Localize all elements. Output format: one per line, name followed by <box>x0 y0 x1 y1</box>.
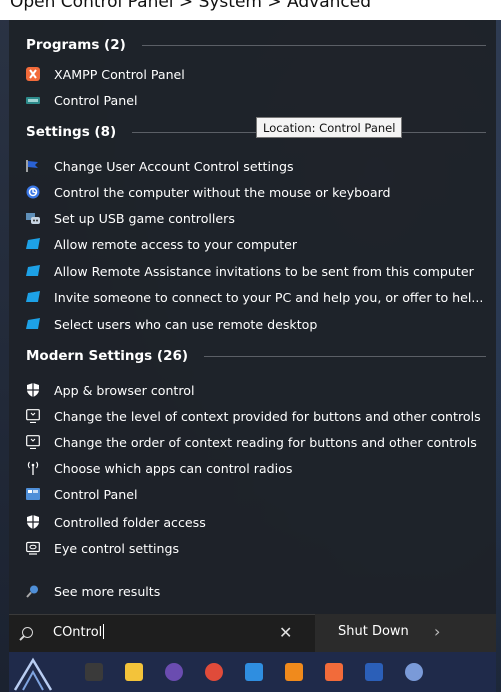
uac-flag-icon <box>26 159 40 173</box>
ease-of-access-icon <box>26 185 40 199</box>
taskbar <box>9 652 496 692</box>
section-divider <box>204 355 486 357</box>
tooltip-text: Location: Control Panel <box>263 120 396 135</box>
result-item-control-without-mouse[interactable]: Control the computer without the mouse o… <box>26 180 492 204</box>
see-more-results-link[interactable]: See more results <box>26 579 492 603</box>
result-item-eye-control-settings[interactable]: Eye control settings <box>26 536 492 560</box>
section-divider <box>141 44 486 46</box>
result-item-label: Change User Account Control settings <box>54 158 294 174</box>
eye-control-icon <box>26 541 40 555</box>
remote-desktop-icon <box>26 317 40 331</box>
file-explorer-icon[interactable] <box>125 663 143 681</box>
result-item-label: Allow Remote Assistance invitations to b… <box>54 263 474 279</box>
result-item-label: Controlled folder access <box>54 514 206 530</box>
background-window-strip: Open Control Panel > System > Advanced <box>0 0 501 20</box>
result-item-label: Control the computer without the mouse o… <box>54 184 391 200</box>
radio-icon <box>26 461 40 475</box>
search-input[interactable]: COntrol ✕ <box>9 614 315 653</box>
result-item-controlled-folder-access[interactable]: Controlled folder access <box>26 510 492 534</box>
see-more-label: See more results <box>54 583 161 599</box>
result-item-label: Control Panel <box>54 486 138 502</box>
section-header-modern-settings: Modern Settings (26) <box>26 345 486 367</box>
search-icon <box>22 627 33 638</box>
section-title: Modern Settings (26) <box>26 348 189 364</box>
result-item-label: Allow remote access to your computer <box>54 236 298 252</box>
narrator-icon <box>26 409 40 424</box>
chrome-icon[interactable] <box>205 663 223 681</box>
result-item-label: XAMPP Control Panel <box>54 66 185 82</box>
game-controller-icon <box>26 211 40 225</box>
result-item-label: Change the order of context reading for … <box>54 434 477 450</box>
result-item-context-order[interactable]: Change the order of context reading for … <box>26 430 492 454</box>
word-icon[interactable] <box>365 663 383 681</box>
search-bar-area: COntrol ✕ Shut Down › <box>9 614 496 653</box>
paint-icon[interactable] <box>405 663 423 681</box>
xampp-icon <box>26 67 40 81</box>
result-item-invite-someone[interactable]: Invite someone to connect to your PC and… <box>26 285 492 309</box>
search-icon <box>26 584 40 598</box>
power-options-arrow-button[interactable]: › <box>434 622 440 641</box>
result-item-remote-assistance-invitations[interactable]: Allow Remote Assistance invitations to b… <box>26 259 492 283</box>
search-input-value: COntrol <box>53 624 105 640</box>
result-item-label: Eye control settings <box>54 540 180 556</box>
section-title: Settings (8) <box>26 124 117 140</box>
remote-desktop-icon <box>26 290 40 304</box>
terminal-icon[interactable] <box>85 663 103 681</box>
result-item-uac-settings[interactable]: Change User Account Control settings <box>26 154 492 178</box>
control-panel-icon <box>26 487 40 501</box>
section-title: Programs (2) <box>26 37 126 53</box>
result-item-context-level[interactable]: Change the level of context provided for… <box>26 404 492 428</box>
location-tooltip: Location: Control Panel <box>256 117 403 138</box>
result-item-label: App & browser control <box>54 382 195 398</box>
vlc-icon[interactable] <box>285 663 303 681</box>
xampp-icon[interactable] <box>325 663 343 681</box>
narrator-icon <box>26 435 40 450</box>
control-panel-icon <box>26 93 40 107</box>
result-item-label: Control Panel <box>54 92 138 108</box>
remote-desktop-icon <box>26 237 40 251</box>
result-item-control-panel[interactable]: Control Panel <box>26 88 492 112</box>
result-item-allow-remote-access[interactable]: Allow remote access to your computer <box>26 232 492 256</box>
shield-icon <box>26 515 40 529</box>
result-item-label: Invite someone to connect to your PC and… <box>54 289 484 305</box>
section-header-programs: Programs (2) <box>26 34 486 56</box>
text-caret <box>103 624 105 639</box>
clear-search-button[interactable]: ✕ <box>279 623 292 642</box>
result-item-label: Choose which apps can control radios <box>54 460 293 476</box>
result-item-modern-control-panel[interactable]: Control Panel <box>26 482 492 506</box>
result-item-select-remote-users[interactable]: Select users who can use remote desktop <box>26 312 492 336</box>
result-item-xampp-control-panel[interactable]: XAMPP Control Panel <box>26 62 492 86</box>
shield-icon <box>26 383 40 397</box>
start-logo-icon[interactable] <box>11 656 55 692</box>
vscode-icon[interactable] <box>245 663 263 681</box>
result-item-label: Change the level of context provided for… <box>54 408 481 424</box>
result-item-label: Set up USB game controllers <box>54 210 235 226</box>
result-item-control-radios[interactable]: Choose which apps can control radios <box>26 456 492 480</box>
shut-down-button[interactable]: Shut Down <box>338 624 409 639</box>
background-window-text: Open Control Panel > System > Advanced <box>10 0 371 12</box>
result-item-label: Select users who can use remote desktop <box>54 316 318 332</box>
app-icon[interactable] <box>165 663 183 681</box>
remote-desktop-icon <box>26 264 40 278</box>
result-item-usb-game-controllers[interactable]: Set up USB game controllers <box>26 206 492 230</box>
result-item-app-browser-control[interactable]: App & browser control <box>26 378 492 402</box>
